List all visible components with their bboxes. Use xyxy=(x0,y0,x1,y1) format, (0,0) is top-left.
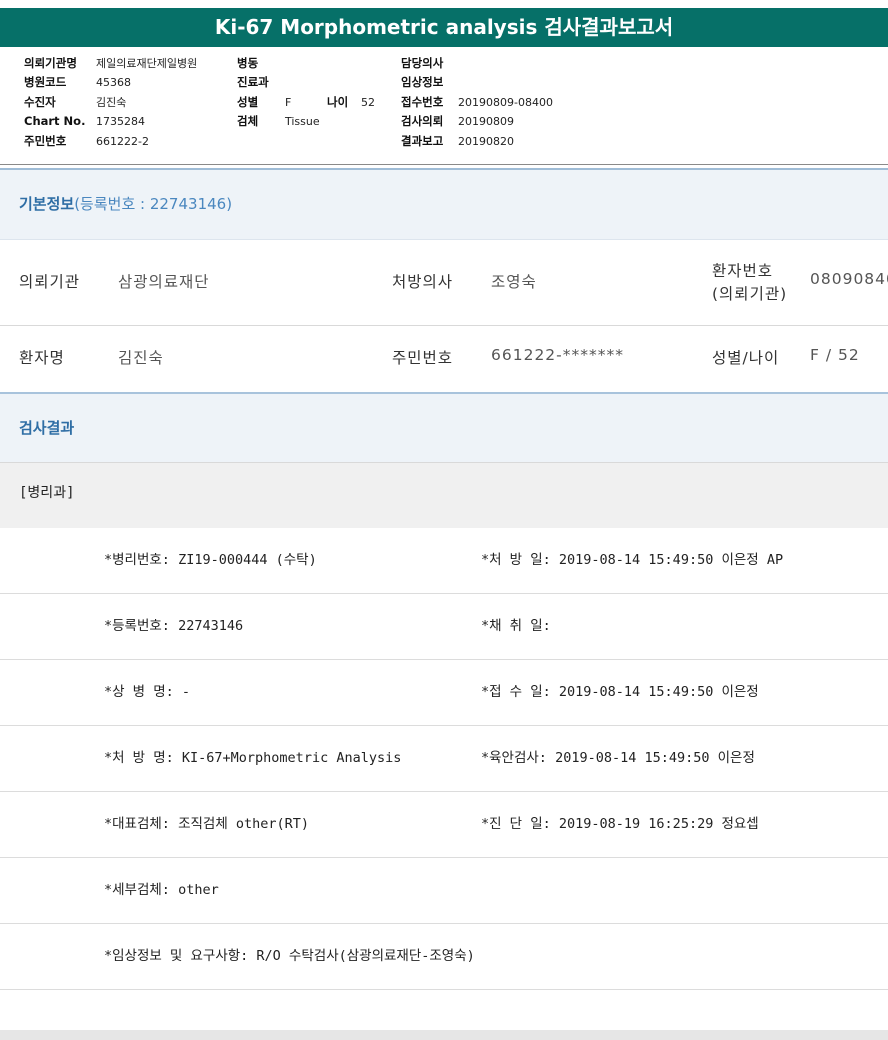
result-right: *진 단 일: 2019-08-19 16:25:29 정요셉 xyxy=(481,816,759,832)
header-label: 담당의사 xyxy=(401,56,444,70)
result-right: *육안검사: 2019-08-14 15:49:50 이은정 xyxy=(481,750,755,766)
patient-name-label: 환자명 xyxy=(19,349,65,367)
basic-info-title: 기본정보 xyxy=(19,195,75,213)
footer-band xyxy=(0,1030,888,1040)
header-label: 검사의뢰 xyxy=(401,114,444,129)
doctor-label: 처방의사 xyxy=(392,273,454,291)
result-right: *처 방 일: 2019-08-14 15:49:50 이은정 AP xyxy=(481,552,784,568)
report-title: Ki-67 Morphometric analysis 검사결과보고서 xyxy=(0,8,888,47)
sex-age-label: 성별/나이 xyxy=(712,349,780,367)
header-value: 1735284 xyxy=(96,115,145,129)
result-left: *임상정보 및 요구사항: R/O 수탁검사(삼광의료재단-조영숙) xyxy=(104,948,475,964)
result-row: *대표검체: 조직검체 other(RT) *진 단 일: 2019-08-19… xyxy=(0,792,888,858)
header-label: 성별 xyxy=(237,94,259,109)
header-value: F xyxy=(285,95,292,109)
header-label: 검체 xyxy=(237,114,259,129)
result-left: *처 방 명: KI-67+Morphometric Analysis xyxy=(104,750,402,766)
header-label: 나이 xyxy=(327,94,349,109)
header-label: 주민번호 xyxy=(24,133,67,148)
header-col-3: 담당의사 임상정보 접수번호 20190809-08400 검사의뢰 2019080… xyxy=(401,54,553,151)
result-left: *세부검체: other xyxy=(104,882,219,898)
header-value: 661222-2 xyxy=(96,134,149,148)
header-value: 20190809-08400 xyxy=(458,95,553,109)
header-value: 20190820 xyxy=(458,134,514,148)
institution-label: 의뢰기관 xyxy=(19,273,81,291)
result-row: *병리번호: ZI19-000444 (수탁) *처 방 일: 2019-08-… xyxy=(0,528,888,594)
header-col-2: 병동 진료과 성별 F 나이 52 검체 Tissue xyxy=(237,54,375,132)
result-row: *세부검체: other xyxy=(0,858,888,924)
result-left: *병리번호: ZI19-000444 (수탁) xyxy=(104,552,317,568)
results-title: 검사결과 xyxy=(19,419,75,437)
header-col-1: 의뢰기관명 제일의료재단제일병원 병원코드 45368 수진자 김진숙 Chart N… xyxy=(24,54,197,151)
patient-number-value: 08090840 xyxy=(810,270,888,288)
rrn-value: 661222-******* xyxy=(491,346,625,364)
header-label: 접수번호 xyxy=(401,94,444,109)
department-header: [병리과] xyxy=(0,462,888,529)
patient-number-label: 환자번호 xyxy=(712,262,774,280)
header-label: 진료과 xyxy=(237,75,269,90)
patient-number-sublabel: (의뢰기관) xyxy=(712,285,788,303)
header-value: 20190809 xyxy=(458,115,514,129)
header-label: 의뢰기관명 xyxy=(24,56,77,70)
result-row: *처 방 명: KI-67+Morphometric Analysis *육안검… xyxy=(0,726,888,792)
result-right: *접 수 일: 2019-08-14 15:49:50 이은정 xyxy=(481,684,759,700)
patient-name-value: 김진숙 xyxy=(118,349,164,367)
result-row: *임상정보 및 요구사항: R/O 수탁검사(삼광의료재단-조영숙) xyxy=(0,924,888,990)
institution-value: 삼광의료재단 xyxy=(118,273,210,291)
header-value: 김진숙 xyxy=(96,95,127,109)
basic-info-row-1: 의뢰기관 삼광의료재단 처방의사 조영숙 환자번호 (의뢰기관) 0809084… xyxy=(0,240,888,326)
result-row: *등록번호: 22743146 *채 취 일: xyxy=(0,594,888,660)
header-label: 병원코드 xyxy=(24,75,67,90)
header-label: 수진자 xyxy=(24,94,56,109)
header-value: 45368 xyxy=(96,76,131,90)
result-left: *등록번호: 22743146 xyxy=(104,618,244,634)
header-label: Chart No. xyxy=(24,114,86,129)
doctor-value: 조영숙 xyxy=(491,273,537,291)
header-label: 결과보고 xyxy=(401,133,444,148)
result-right: *채 취 일: xyxy=(481,618,551,634)
divider xyxy=(0,164,888,165)
result-row: *상 병 명: - *접 수 일: 2019-08-14 15:49:50 이은… xyxy=(0,660,888,726)
header-value: Tissue xyxy=(285,115,320,129)
basic-info-subtitle: (등록번호 : 22743146) xyxy=(74,195,233,213)
basic-info-header: 기본정보(등록번호 : 22743146) xyxy=(0,170,888,240)
sex-age-value: F / 52 xyxy=(810,346,860,364)
result-left: *상 병 명: - xyxy=(104,684,191,700)
basic-info-row-2: 환자명 김진숙 주민번호 661222-******* 성별/나이 F / 52 xyxy=(0,326,888,393)
rrn-label: 주민번호 xyxy=(392,349,454,367)
header-label: 임상정보 xyxy=(401,75,444,90)
report-header: 의뢰기관명 제일의료재단제일병원 병원코드 45368 수진자 김진숙 Chart N… xyxy=(0,54,888,154)
result-left: *대표검체: 조직검체 other(RT) xyxy=(104,816,310,832)
header-value: 제일의료재단제일병원 xyxy=(96,57,198,70)
header-value: 52 xyxy=(361,95,375,109)
department-label: [병리과] xyxy=(19,485,75,501)
results-header: 검사결과 xyxy=(0,392,888,464)
header-label: 병동 xyxy=(237,56,259,70)
